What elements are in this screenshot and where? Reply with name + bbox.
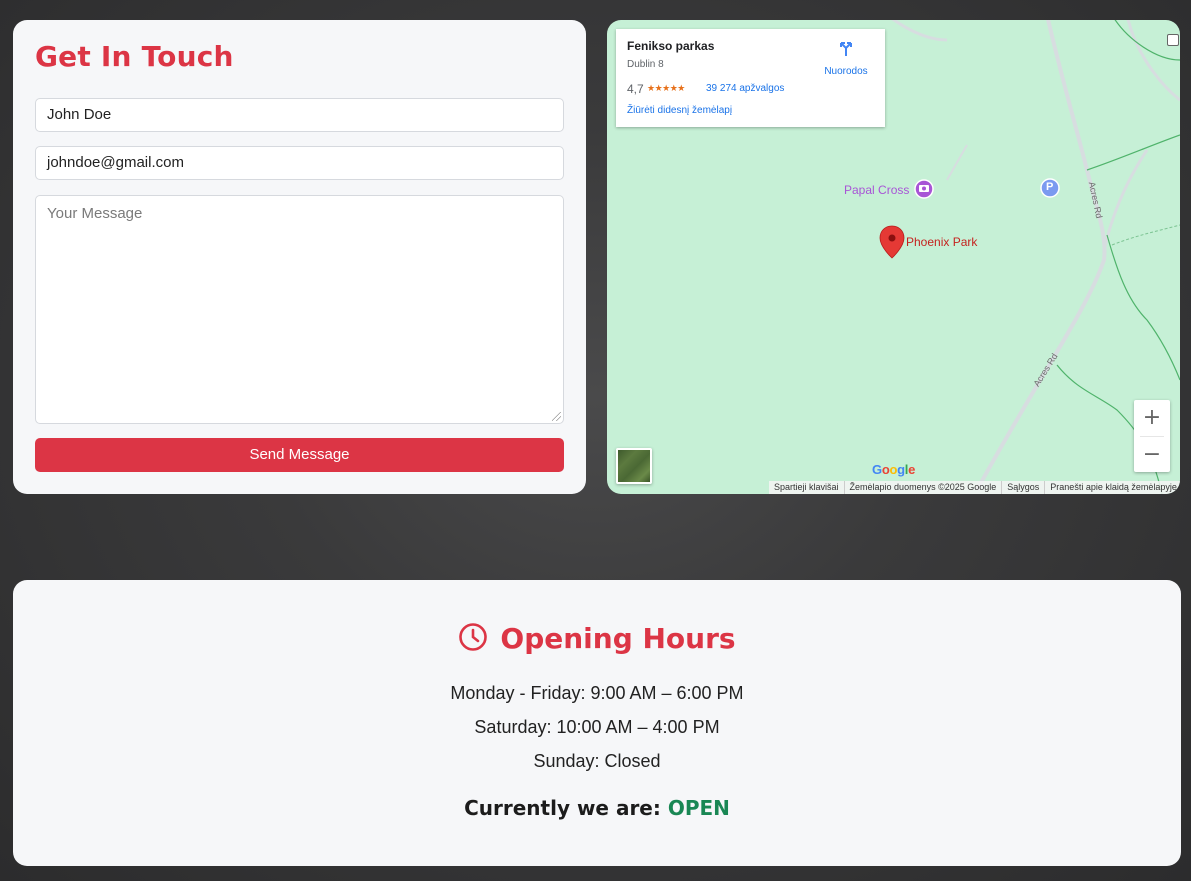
contact-card: Get In Touch John Doe johndoe@gmail.com … [13,20,586,494]
email-input[interactable]: johndoe@gmail.com [35,146,564,180]
send-message-button[interactable]: Send Message [35,438,564,472]
terms-link[interactable]: Sąlygos [1001,481,1044,494]
poi-papal-cross[interactable]: Papal Cross [844,183,909,197]
satellite-layer-toggle[interactable] [616,448,652,484]
zoom-in-button[interactable]: + [1134,400,1170,436]
place-name: Fenikso parkas [627,39,715,53]
opening-hours-title: Opening Hours [13,622,1181,655]
map-attribution-bar: Spartieji klavišai Žemėlapio duomenys ©2… [769,481,1180,494]
status-badge: OPEN [667,796,730,820]
place-address: Dublin 8 [627,59,664,70]
status-prefix: Currently we are: [464,796,661,820]
rating-stars-icon: ★★★★★ [647,83,685,93]
location-pin-icon[interactable] [879,225,905,259]
message-textarea[interactable]: Your Message [35,195,564,424]
current-status: Currently we are: OPEN [13,796,1181,820]
directions-icon [840,42,852,56]
google-logo: Google [872,462,916,477]
view-larger-map-link[interactable]: Žiūrėti didesnį žemėlapį [627,105,732,116]
keyboard-shortcuts-link[interactable]: Spartieji klavišai [769,481,844,494]
name-input[interactable]: John Doe [35,98,564,132]
opening-hours-heading: Opening Hours [500,622,736,655]
reviews-link[interactable]: 39 274 apžvalgos [706,83,784,94]
map-embed[interactable]: Papal Cross Phoenix Park P Acres Rd Acre… [607,20,1180,494]
weekday-hours: Monday - Friday: 9:00 AM – 6:00 PM [450,683,744,703]
directions-label: Nuorodos [824,66,868,77]
opening-hours-card: Opening Hours Monday - Friday: 9:00 AM –… [13,580,1181,866]
saturday-hours: Saturday: 10:00 AM – 4:00 PM [474,717,720,737]
place-rating: 4,7 [627,82,644,96]
clock-icon [459,623,488,651]
sunday-hours: Sunday: Closed [533,751,661,771]
zoom-controls: + − [1134,400,1170,472]
poi-phoenix-park[interactable]: Phoenix Park [906,235,977,249]
place-info-card: Fenikso parkas Dublin 8 4,7 ★★★★★ 39 274… [616,29,885,127]
parking-label: P [1046,181,1054,193]
contact-title: Get In Touch [35,40,234,73]
report-error-link[interactable]: Pranešti apie klaidą žemėlapyje [1044,481,1180,494]
resize-grip-icon[interactable] [552,412,561,421]
zoom-out-button[interactable]: − [1134,437,1170,473]
map-data-credit: Žemėlapio duomenys ©2025 Google [843,481,1002,494]
message-placeholder: Your Message [47,205,143,222]
fullscreen-icon[interactable] [1167,34,1179,46]
directions-button[interactable]: Nuorodos [816,39,876,77]
